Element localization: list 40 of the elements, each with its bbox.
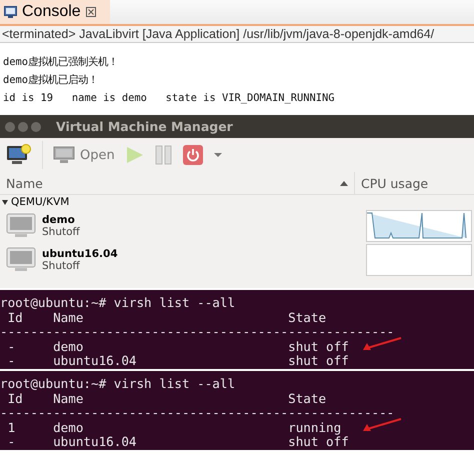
column-header[interactable]: Name: [0, 172, 355, 194]
vm-name[interactable]: demo: [42, 214, 352, 226]
vm-name[interactable]: ubuntu16.04: [42, 248, 352, 260]
caret-icon[interactable]: [212, 152, 223, 158]
table-header: Id Name State: [6, 310, 326, 326]
maximize-button[interactable]: [31, 122, 41, 132]
console-output: demo虚拟机已强制关机！: [3, 55, 120, 70]
expander-icon: [2, 200, 8, 204]
column-header[interactable]: CPU usage: [355, 172, 428, 194]
console-tab[interactable]: Console: [0, 0, 110, 24]
command-line: root@ubuntu:~# virsh list --all: [0, 296, 236, 311]
console-output: id is 19 name is demo state is VIR_DOMAIN_RUNNING: [3, 91, 336, 106]
command-line: root@ubuntu:~# virsh list --all: [0, 376, 236, 392]
table-row-text: - ubuntu16.04 shut off: [6, 354, 349, 369]
monitor-icon: [6, 247, 36, 273]
console-output: demo虚拟机已启动！: [3, 73, 100, 88]
group-label: QEMU/KVM: [11, 196, 70, 208]
group-row[interactable]: QEMU/KVM: [0, 195, 474, 209]
vm-state: Shutoff: [42, 260, 81, 272]
table-row-text: 1 demo running: [6, 420, 342, 436]
table-rule: ----------------------------------------------------: [0, 406, 394, 421]
minimize-button[interactable]: [18, 122, 28, 132]
pause-icon[interactable]: [154, 145, 173, 165]
monitor-icon: [6, 213, 36, 239]
table-rule: ----------------------------------------------------: [0, 325, 394, 340]
table-header: Id Name State: [6, 392, 326, 406]
window-title: Virtual Machine Manager: [56, 119, 233, 134]
monitor-icon: [53, 146, 75, 164]
sort-icon: [340, 180, 348, 186]
new-vm-icon[interactable]: [6, 144, 32, 166]
table-row-text: - demo shut off: [6, 340, 349, 354]
power-icon[interactable]: [182, 145, 203, 165]
launch-info: <terminated> JavaLibvirt [Java Application] /usr/lib/jvm/java-8-openjdk-amd64/: [0, 26, 474, 43]
vm-state: Shutoff: [42, 226, 81, 238]
monitor-icon: [4, 6, 17, 18]
close-button[interactable]: [5, 122, 15, 132]
table-row-text: - ubuntu16.04 shut off: [6, 435, 349, 450]
play-icon[interactable]: [124, 145, 145, 165]
close-icon[interactable]: [86, 7, 96, 17]
open-button[interactable]: Open: [53, 146, 115, 164]
